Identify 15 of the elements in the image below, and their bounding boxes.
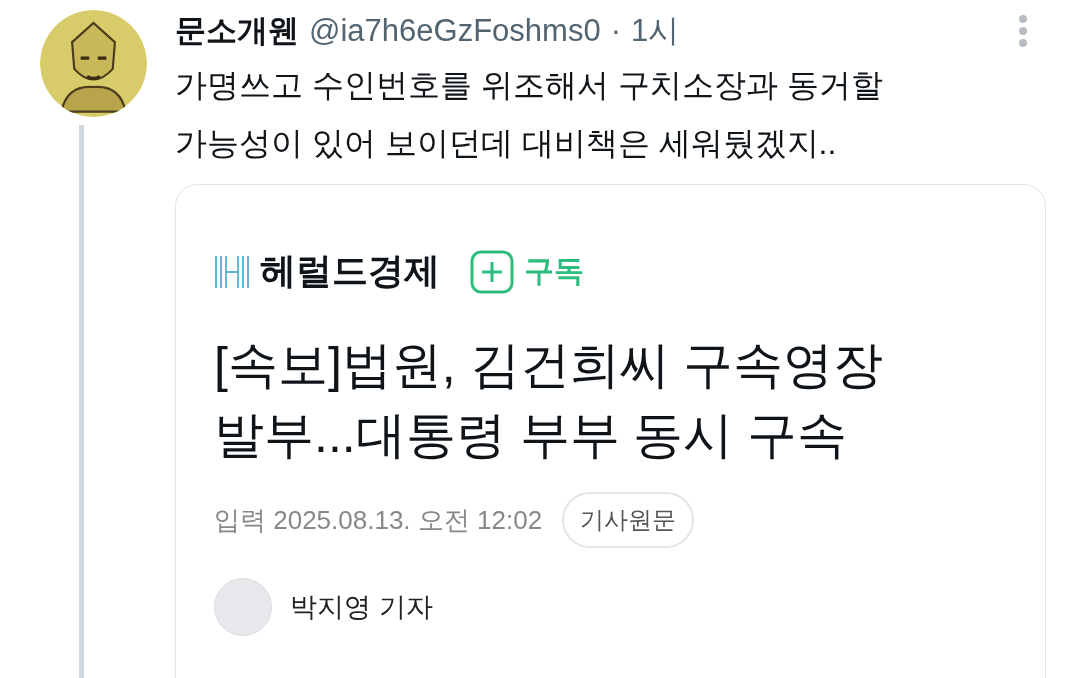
- original-article-button[interactable]: 기사원문: [562, 492, 695, 548]
- plus-icon[interactable]: [470, 249, 514, 294]
- post-time: 1시: [631, 12, 680, 50]
- separator-dot: ·: [610, 13, 621, 49]
- article-card[interactable]: 헤럴드경제 구독 [속보]법원, 김건희씨 구속영장 발부...대통령 부부 동시 구속 입력 2025.08.13. 오전 12:02 기사원문 박지영 기자: [175, 184, 1046, 678]
- more-options-icon[interactable]: [1018, 14, 1028, 48]
- author-name[interactable]: 문소개웬: [175, 10, 299, 52]
- publisher-name: 헤럴드경제: [260, 249, 440, 293]
- article-date: 입력 2025.08.13. 오전 12:02: [214, 503, 543, 537]
- author-handle[interactable]: @ia7h6eGzFoshms0: [309, 13, 601, 49]
- post-text: 가명쓰고 수인번호를 위조해서 구치소장과 동거할 가능성이 있어 보이던데 대비책은 세워뒀겠지..: [175, 66, 884, 163]
- avatar-drawing[interactable]: [40, 10, 147, 117]
- article-headline: [속보]법원, 김건희씨 구속영장 발부...대통령 부부 동시 구속: [214, 336, 885, 465]
- publisher-logo-icon: [214, 253, 250, 290]
- reporter-name: 박지영 기자: [290, 591, 433, 624]
